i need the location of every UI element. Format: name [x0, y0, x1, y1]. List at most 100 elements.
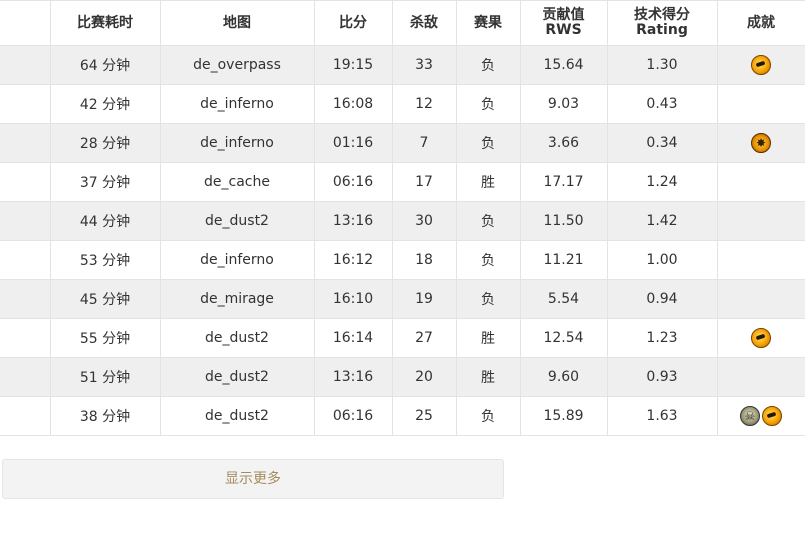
- kills-cell: 12: [391, 84, 457, 124]
- duration-cell: 44 分钟: [49, 201, 161, 241]
- result-cell: 胜: [455, 357, 521, 397]
- show-more-button[interactable]: 显示更多: [2, 459, 504, 499]
- rws-cell: 9.60: [519, 357, 608, 397]
- header-rating-cn: 技术得分: [634, 7, 690, 23]
- match-history-table: 比赛耗时 地图 比分 杀敌 赛果 贡献值 RWS 技术得分 Rating 成就 64…: [0, 0, 805, 436]
- achievements-cell: [716, 357, 805, 397]
- blank-cell: [0, 357, 51, 397]
- table-row[interactable]: 51 分钟 de_dust2 13:16 20 胜 9.60 0.93: [0, 357, 805, 397]
- header-map: 地图: [159, 0, 315, 46]
- rws-cell: 11.21: [519, 240, 608, 280]
- rws-cell: 15.89: [519, 396, 608, 436]
- fire-medal-icon[interactable]: [751, 55, 771, 75]
- header-rating-en: Rating: [636, 22, 688, 38]
- kills-cell: 27: [391, 318, 457, 358]
- achievements-cell: [716, 396, 805, 436]
- rws-cell: 15.64: [519, 45, 608, 85]
- rating-cell: 1.24: [606, 162, 718, 202]
- map-cell: de_dust2: [159, 201, 315, 241]
- map-cell: de_inferno: [159, 123, 315, 163]
- skull-medal-icon[interactable]: [740, 406, 760, 426]
- result-cell: 负: [455, 84, 521, 124]
- result-cell: 负: [455, 123, 521, 163]
- table-row[interactable]: 53 分钟 de_inferno 16:12 18 负 11.21 1.00: [0, 240, 805, 280]
- blank-cell: [0, 162, 51, 202]
- map-cell: de_dust2: [159, 318, 315, 358]
- kills-cell: 19: [391, 279, 457, 319]
- table-row[interactable]: 44 分钟 de_dust2 13:16 30 负 11.50 1.42: [0, 201, 805, 241]
- score-cell: 13:16: [313, 357, 393, 397]
- achievements-cell: [716, 45, 805, 85]
- header-rws-cn: 贡献值: [542, 7, 585, 23]
- table-row[interactable]: 38 分钟 de_dust2 06:16 25 负 15.89 1.63: [0, 396, 805, 436]
- map-cell: de_dust2: [159, 396, 315, 436]
- achievements-cell: [716, 279, 805, 319]
- header-rws: 贡献值 RWS: [519, 0, 608, 46]
- table-row[interactable]: 28 分钟 de_inferno 01:16 7 负 3.66 0.34: [0, 123, 805, 163]
- achievements-cell: [716, 123, 805, 163]
- header-duration: 比赛耗时: [49, 0, 161, 46]
- rws-cell: 11.50: [519, 201, 608, 241]
- header-rws-en: RWS: [545, 22, 582, 38]
- kills-cell: 30: [391, 201, 457, 241]
- achievements-cell: [716, 162, 805, 202]
- rating-cell: 1.42: [606, 201, 718, 241]
- duration-cell: 38 分钟: [49, 396, 161, 436]
- score-cell: 01:16: [313, 123, 393, 163]
- rws-cell: 17.17: [519, 162, 608, 202]
- kills-cell: 7: [391, 123, 457, 163]
- rating-cell: 1.00: [606, 240, 718, 280]
- result-cell: 负: [455, 240, 521, 280]
- kills-cell: 25: [391, 396, 457, 436]
- blank-cell: [0, 123, 51, 163]
- score-cell: 16:12: [313, 240, 393, 280]
- table-row[interactable]: 42 分钟 de_inferno 16:08 12 负 9.03 0.43: [0, 84, 805, 124]
- rws-cell: 9.03: [519, 84, 608, 124]
- result-cell: 胜: [455, 162, 521, 202]
- rating-cell: 0.94: [606, 279, 718, 319]
- header-achievements: 成就: [716, 0, 805, 46]
- blank-cell: [0, 201, 51, 241]
- score-cell: 13:16: [313, 201, 393, 241]
- map-cell: de_inferno: [159, 240, 315, 280]
- kills-cell: 33: [391, 45, 457, 85]
- table-header-row: 比赛耗时 地图 比分 杀敌 赛果 贡献值 RWS 技术得分 Rating 成就: [0, 0, 805, 46]
- duration-cell: 51 分钟: [49, 357, 161, 397]
- fire-medal-icon[interactable]: [751, 328, 771, 348]
- duration-cell: 53 分钟: [49, 240, 161, 280]
- header-rating: 技术得分 Rating: [606, 0, 718, 46]
- score-cell: 06:16: [313, 162, 393, 202]
- duration-cell: 42 分钟: [49, 84, 161, 124]
- rating-cell: 1.23: [606, 318, 718, 358]
- score-cell: 06:16: [313, 396, 393, 436]
- star-medal-icon[interactable]: [751, 133, 771, 153]
- blank-cell: [0, 84, 51, 124]
- header-blank: [0, 0, 51, 46]
- table-row[interactable]: 55 分钟 de_dust2 16:14 27 胜 12.54 1.23: [0, 318, 805, 358]
- header-result: 赛果: [455, 0, 521, 46]
- header-kills: 杀敌: [391, 0, 457, 46]
- kills-cell: 17: [391, 162, 457, 202]
- blank-cell: [0, 396, 51, 436]
- fire-medal-icon[interactable]: [762, 406, 782, 426]
- result-cell: 负: [455, 279, 521, 319]
- achievements-cell: [716, 240, 805, 280]
- duration-cell: 55 分钟: [49, 318, 161, 358]
- rating-cell: 0.43: [606, 84, 718, 124]
- table-row[interactable]: 37 分钟 de_cache 06:16 17 胜 17.17 1.24: [0, 162, 805, 202]
- table-row[interactable]: 64 分钟 de_overpass 19:15 33 负 15.64 1.30: [0, 45, 805, 85]
- score-cell: 16:10: [313, 279, 393, 319]
- duration-cell: 45 分钟: [49, 279, 161, 319]
- duration-cell: 37 分钟: [49, 162, 161, 202]
- result-cell: 负: [455, 45, 521, 85]
- blank-cell: [0, 279, 51, 319]
- header-score: 比分: [313, 0, 393, 46]
- kills-cell: 20: [391, 357, 457, 397]
- table-row[interactable]: 45 分钟 de_mirage 16:10 19 负 5.54 0.94: [0, 279, 805, 319]
- score-cell: 19:15: [313, 45, 393, 85]
- map-cell: de_overpass: [159, 45, 315, 85]
- rating-cell: 0.34: [606, 123, 718, 163]
- achievements-cell: [716, 84, 805, 124]
- blank-cell: [0, 45, 51, 85]
- result-cell: 胜: [455, 318, 521, 358]
